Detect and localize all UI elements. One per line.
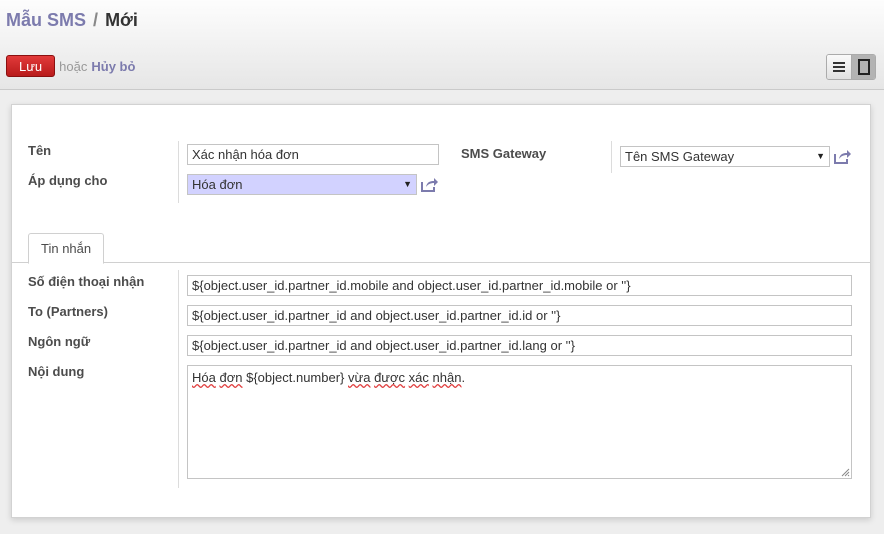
external-link-icon[interactable] [833, 149, 851, 165]
resize-handle-icon[interactable] [840, 467, 850, 477]
name-input[interactable]: Xác nhận hóa đơn [187, 144, 439, 165]
discard-link[interactable]: Hủy bỏ [91, 59, 135, 74]
external-link-icon[interactable] [420, 177, 438, 193]
form-sheet: Tên Áp dụng cho Xác nhận hóa đơn Hóa đơn… [11, 104, 871, 518]
name-label: Tên [28, 143, 52, 158]
form-actions: Lưu hoặc Hủy bỏ [6, 55, 135, 77]
content-word: được [374, 370, 406, 385]
apply-to-label: Áp dụng cho [28, 173, 108, 188]
list-icon [833, 62, 845, 72]
field-divider [178, 270, 179, 488]
sms-gateway-value: Tên SMS Gateway [625, 149, 735, 164]
sms-gateway-label: SMS Gateway [461, 146, 547, 161]
content-label: Nội dung [28, 364, 85, 379]
apply-to-select[interactable]: Hóa đơn ▼ [187, 174, 417, 195]
language-label: Ngôn ngữ [28, 334, 91, 349]
save-button[interactable]: Lưu [6, 55, 56, 77]
dropdown-arrow-icon: ▼ [816, 151, 825, 161]
partners-input[interactable]: ${object.user_id.partner_id and object.u… [187, 305, 852, 326]
page-title: Mới [105, 10, 138, 30]
content-text: . [461, 370, 466, 385]
breadcrumb-separator: / [93, 10, 99, 30]
sms-gateway-select[interactable]: Tên SMS Gateway ▼ [620, 146, 830, 167]
phone-label: Số điện thoại nhận [28, 274, 145, 289]
partners-label: To (Partners) [28, 304, 108, 319]
content-textarea[interactable]: Hóa đơn ${object.number} vừa được xác nh… [187, 365, 852, 479]
or-text: hoặc [59, 58, 88, 74]
phone-input[interactable]: ${object.user_id.partner_id.mobile and o… [187, 275, 852, 296]
field-divider [178, 141, 179, 203]
apply-to-value: Hóa đơn [192, 177, 243, 192]
view-switcher [826, 54, 876, 80]
dropdown-arrow-icon: ▼ [403, 179, 412, 189]
content-word: xác [408, 370, 429, 385]
content-word: Hóa [192, 370, 216, 385]
field-divider [611, 141, 612, 173]
list-view-button[interactable] [827, 55, 851, 79]
notebook-tabs: Tin nhắn [12, 233, 870, 264]
form-view-button[interactable] [851, 55, 875, 79]
language-input[interactable]: ${object.user_id.partner_id and object.u… [187, 335, 852, 356]
form-icon [857, 59, 870, 75]
content-word: đơn [219, 370, 243, 385]
breadcrumb-parent-link[interactable]: Mẫu SMS [6, 10, 86, 30]
control-panel: Mẫu SMS / Mới Lưu hoặc Hủy bỏ [0, 0, 884, 90]
content-text: ${object.number} [242, 370, 349, 385]
content-word: vừa [348, 370, 371, 385]
content-word: nhận [432, 370, 462, 385]
tab-message[interactable]: Tin nhắn [28, 233, 105, 264]
breadcrumb: Mẫu SMS / Mới [6, 10, 138, 31]
